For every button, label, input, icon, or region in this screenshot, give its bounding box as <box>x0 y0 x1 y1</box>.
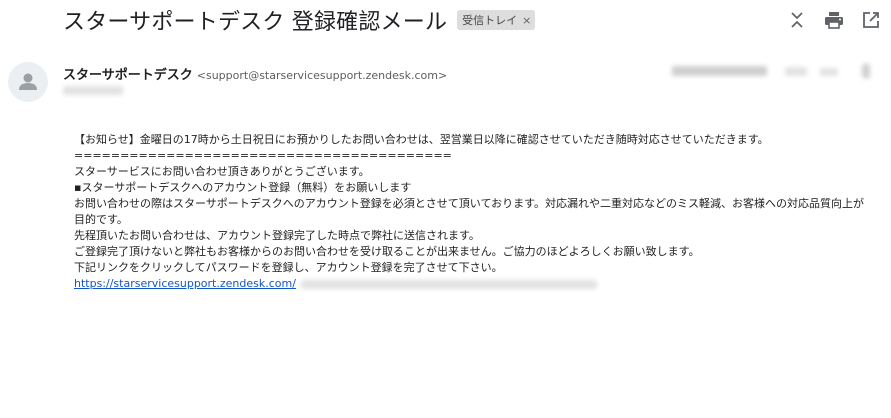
paragraph-instructions: 下記リンクをクリックしてパスワードを登録し、アカウント登録を完了させて下さい。 <box>74 261 503 274</box>
registration-link[interactable]: https://starservicesupport.zendesk.com/ <box>74 277 296 290</box>
inbox-label-chip[interactable]: 受信トレイ × <box>457 10 536 30</box>
sender-name[interactable]: スターサポートデスク <box>63 64 193 83</box>
print-icon[interactable] <box>822 8 846 32</box>
sender-line: スターサポートデスク <support@starservicesupport.z… <box>63 64 447 83</box>
sender-email: <support@starservicesupport.zendesk.com> <box>196 69 448 82</box>
paragraph-request: ご登録完了頂けないと弊社もお客様からのお問い合わせを受け取ることが出来ません。ご… <box>74 245 700 258</box>
redacted-recipient <box>63 86 123 95</box>
open-in-new-window-icon[interactable] <box>859 8 883 32</box>
redacted-date-extra2 <box>820 68 838 76</box>
person-icon <box>19 73 37 90</box>
inbox-label-text: 受信トレイ <box>462 14 518 27</box>
thanks-text: スターサービスにお問い合わせ頂きありがとうございます。 <box>74 165 370 178</box>
subject-row: スターサポートデスク 登録確認メール 受信トレイ × <box>63 4 536 36</box>
sender-avatar <box>8 62 48 102</box>
redacted-action <box>862 64 870 78</box>
email-subject: スターサポートデスク 登録確認メール <box>63 10 448 35</box>
divider-line: ========================================… <box>74 149 452 162</box>
bullet-text: ▪スターサポートデスクへのアカウント登録（無料）をお願いします <box>74 181 412 194</box>
collapse-icon[interactable] <box>785 8 809 32</box>
remove-label-icon[interactable]: × <box>522 14 531 27</box>
redacted-link-tail <box>301 279 598 289</box>
redacted-date-extra <box>785 67 807 76</box>
notice-text: 【お知らせ】金曜日の17時から土日祝日にお預かりしたお問い合わせは、翌営業日以降… <box>74 133 769 146</box>
paragraph-registration: お問い合わせの際はスターサポートデスクへのアカウント登録を必須とさせて頂いており… <box>74 197 865 226</box>
email-body: 【お知らせ】金曜日の17時から土日祝日にお預かりしたお問い合わせは、翌営業日以降… <box>74 132 874 292</box>
redacted-date <box>672 66 767 76</box>
paragraph-submission: 先程頂いたお問い合わせは、アカウント登録完了した時点で弊社に送信されます。 <box>74 229 480 242</box>
top-toolbar <box>772 8 883 32</box>
